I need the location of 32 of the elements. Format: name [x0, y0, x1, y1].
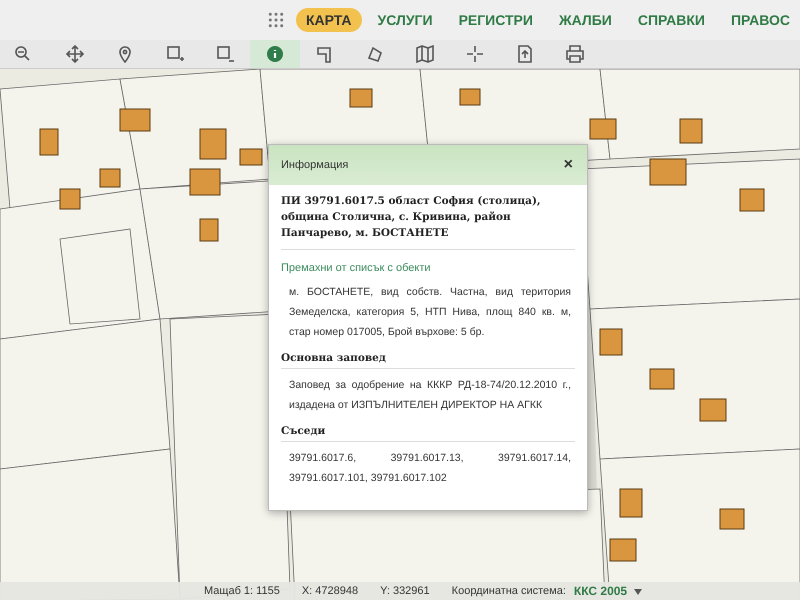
nav-link[interactable]: ПРАВОС	[720, 8, 800, 32]
crs-label: Координатна система:	[452, 585, 566, 597]
info-tool-button[interactable]	[250, 40, 300, 68]
caret-icon	[634, 589, 642, 595]
nav-link[interactable]: УСЛУГИ	[368, 8, 443, 32]
rectangle-plus-icon	[165, 44, 185, 64]
nav-link[interactable]: КАРТА	[296, 8, 362, 32]
polygon-icon	[365, 44, 385, 64]
nav-link[interactable]: СПРАВКИ	[628, 8, 715, 32]
section-title: Основна заповед	[281, 348, 575, 369]
remove-from-list-link[interactable]: Премахни от списък с обекти	[281, 262, 430, 274]
apps-grid-icon[interactable]	[268, 12, 284, 28]
section-title: Съседи	[281, 421, 575, 442]
print-icon	[565, 44, 585, 64]
file-upload-icon	[515, 44, 535, 64]
crs-dropdown[interactable]: ККС 2005	[574, 584, 642, 598]
section-text: Заповед за одобрение на КККР РД-18-74/20.12.2010 г., издадена от ИЗПЪЛНИТЕЛЕН ДИРЕКТОР НА АГКК	[289, 378, 571, 413]
parcel-heading: ПИ 39791.6017.5 област София (столица), община Столична, с. Кривина, район Панчарево, м. БОСТАНЕТЕ	[281, 193, 575, 250]
y-coordinate: Y: 332961	[380, 585, 430, 597]
crosshair-icon	[465, 44, 485, 64]
parcel-description: м. БОСТАНЕТЕ, вид собств. Частна, вид територия Земеделска, категория 5, НТП Нива, площ 840 кв. м, стар номер 017005, Брой върхове: 5 бр.	[289, 285, 571, 340]
nav-link[interactable]: ЖАЛБИ	[548, 8, 622, 32]
section-text: 39791.6017.6, 39791.6017.13, 39791.6017.14, 39791.6017.101, 39791.6017.102	[289, 451, 571, 486]
scale-text: Мащаб 1: 1155	[204, 585, 280, 597]
move-arrows-icon	[65, 44, 85, 64]
close-button[interactable]: ×	[560, 156, 577, 174]
map-icon	[415, 44, 435, 64]
popup-title: Информация	[281, 159, 348, 171]
info-icon	[265, 44, 285, 64]
nav-link[interactable]: РЕГИСТРИ	[448, 8, 543, 32]
x-coordinate: X: 4728948	[302, 585, 358, 597]
rectangle-minus-icon	[215, 44, 235, 64]
